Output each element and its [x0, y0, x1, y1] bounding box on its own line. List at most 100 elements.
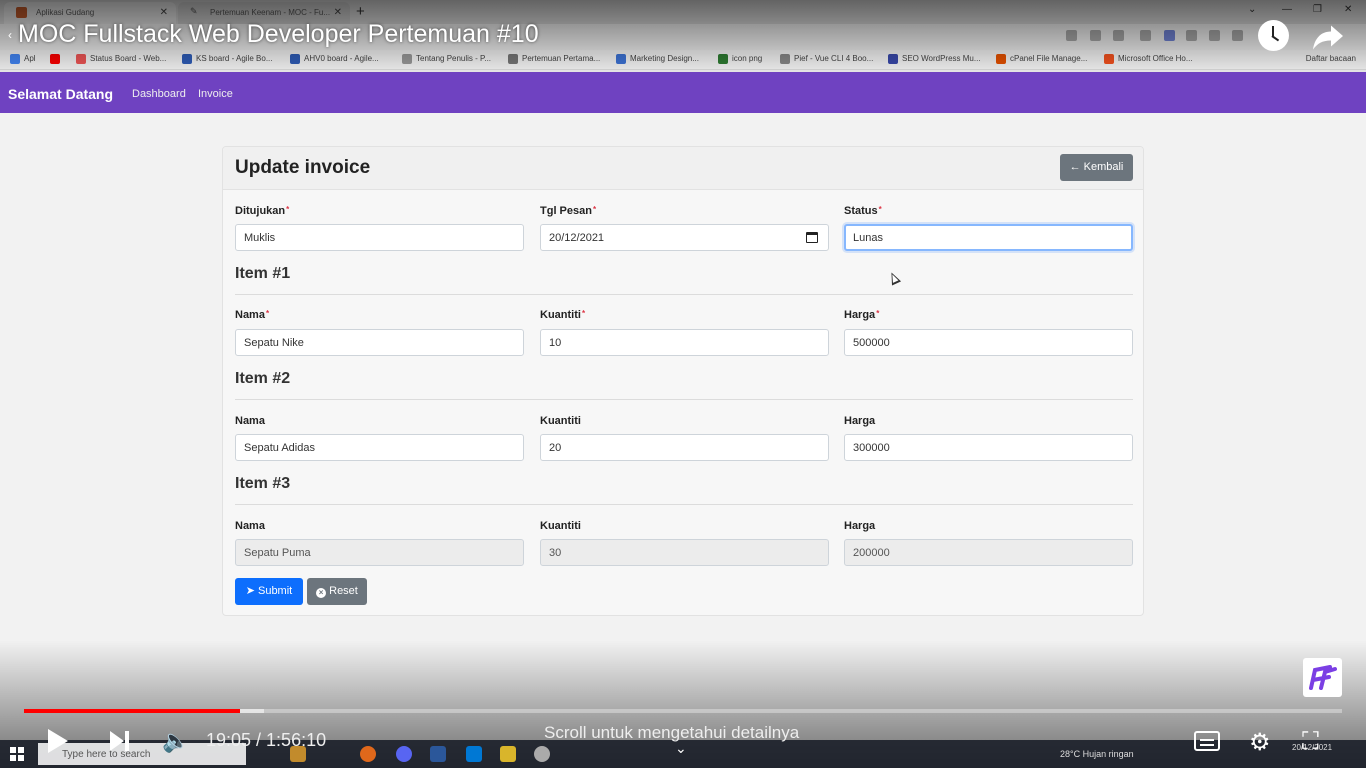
- ditujukan-input[interactable]: Muklis: [235, 224, 524, 251]
- reading-list[interactable]: Daftar bacaan: [1306, 54, 1356, 63]
- extension-icon[interactable]: [1232, 30, 1243, 41]
- item-1-kuantiti-input[interactable]: 10: [540, 329, 829, 356]
- chevron-down-icon[interactable]: ⌄: [675, 740, 687, 757]
- volume-icon[interactable]: 🔈: [162, 728, 189, 754]
- bookmark-label: Status Board - Web...: [90, 54, 167, 63]
- app-icon[interactable]: [430, 746, 446, 762]
- extension-icon[interactable]: [1209, 30, 1220, 41]
- app-icon[interactable]: [500, 746, 516, 762]
- bookmark-label: KS board - Agile Bo...: [196, 54, 273, 63]
- minimize-icon[interactable]: —: [1282, 4, 1292, 15]
- divider: [235, 294, 1133, 295]
- item-2-nama-input[interactable]: Sepatu Adidas: [235, 434, 524, 461]
- item-1-harga-input[interactable]: 500000: [844, 329, 1133, 356]
- tab-title: Pertemuan Keenam - MOC - Fu...: [210, 8, 331, 17]
- extension-icon[interactable]: [1164, 30, 1175, 41]
- item-2-title: Item #2: [235, 370, 291, 387]
- video-time: 19:05 / 1:56:10: [206, 730, 327, 750]
- bookmark-item[interactable]: AHV0 board - Agile...: [290, 54, 379, 64]
- play-icon[interactable]: [48, 729, 68, 753]
- tab-search-icon[interactable]: ⌄: [1248, 4, 1256, 15]
- required-marker: *: [878, 205, 882, 214]
- close-tab-icon[interactable]: ✕: [334, 7, 342, 18]
- share-icon[interactable]: [1310, 18, 1346, 54]
- item-3-kuantiti-input[interactable]: 30: [540, 539, 829, 566]
- video-progress-bar[interactable]: [24, 709, 1342, 713]
- exit-fullscreen-icon[interactable]: ⛶: [1302, 728, 1319, 756]
- watch-later-icon[interactable]: [1258, 20, 1289, 51]
- extension-icon[interactable]: [1140, 30, 1151, 41]
- nav-link-dashboard[interactable]: Dashboard: [132, 88, 186, 100]
- required-marker: *: [581, 309, 586, 318]
- windows-start-icon[interactable]: [10, 747, 24, 761]
- next-video-icon[interactable]: [110, 731, 130, 751]
- bookmark-favicon-icon: [996, 54, 1006, 64]
- bookmark-star-icon[interactable]: [1113, 30, 1124, 41]
- bookmark-favicon-icon: [290, 54, 300, 64]
- channel-logo-icon: [1309, 665, 1337, 690]
- window-close-icon[interactable]: ✕: [1344, 4, 1352, 15]
- extension-icon[interactable]: [1066, 30, 1077, 41]
- label-text: Ditujukan: [235, 205, 286, 217]
- item-2-kuantiti-input[interactable]: 20: [540, 434, 829, 461]
- new-tab-icon[interactable]: +: [356, 3, 365, 20]
- back-button[interactable]: ← Kembali: [1060, 154, 1133, 181]
- item-3-nama-input[interactable]: Sepatu Puma: [235, 539, 524, 566]
- required-marker: *: [265, 309, 270, 318]
- status-input[interactable]: Lunas: [844, 224, 1133, 251]
- submit-button[interactable]: ➤ Submit: [235, 578, 303, 605]
- label-text: Harga: [844, 309, 876, 321]
- divider: [235, 399, 1133, 400]
- bookmark-item[interactable]: Pertemuan Pertama...: [508, 54, 600, 64]
- bookmark-item[interactable]: Status Board - Web...: [76, 54, 167, 64]
- close-tab-icon[interactable]: ✕: [160, 7, 168, 18]
- back-button-label: Kembali: [1083, 161, 1124, 173]
- bookmark-favicon-icon: [616, 54, 626, 64]
- item-2-harga-input[interactable]: 300000: [844, 434, 1133, 461]
- bookmark-favicon-icon: [76, 54, 86, 64]
- item-3-harga-input[interactable]: 200000: [844, 539, 1133, 566]
- item-2-harga-label: Harga: [844, 415, 876, 427]
- item-3-title: Item #3: [235, 475, 291, 492]
- bookmark-item[interactable]: icon png: [718, 54, 763, 64]
- extension-icon[interactable]: [1090, 30, 1101, 41]
- bookmark-label: Tentang Penulis - P...: [416, 54, 492, 63]
- youtube-icon: [50, 54, 60, 64]
- bookmark-item[interactable]: Apl: [10, 54, 36, 64]
- extension-icon[interactable]: [1186, 30, 1197, 41]
- chrome-icon[interactable]: [534, 746, 550, 762]
- required-marker: *: [286, 205, 290, 214]
- bookmark-favicon-icon: [182, 54, 192, 64]
- channel-logo[interactable]: [1303, 658, 1342, 697]
- settings-gear-icon[interactable]: ⚙: [1249, 728, 1271, 757]
- bookmark-favicon-icon: [780, 54, 790, 64]
- discord-icon[interactable]: [396, 746, 412, 762]
- video-title[interactable]: MOC Fullstack Web Developer Pertemuan #1…: [18, 20, 539, 49]
- navbar-brand[interactable]: Selamat Datang: [8, 86, 113, 102]
- app-navbar: Selamat Datang Dashboard Invoice: [0, 72, 1366, 113]
- bookmark-label: icon png: [732, 54, 763, 63]
- bookmark-item[interactable]: cPanel File Manage...: [996, 54, 1087, 64]
- item-1-nama-input[interactable]: Sepatu Nike: [235, 329, 524, 356]
- tab-favicon-icon: ✎: [190, 6, 198, 16]
- reset-button[interactable]: × Reset: [307, 578, 367, 605]
- tgl-pesan-date-input[interactable]: 20/12/2021: [540, 224, 829, 251]
- app-icon[interactable]: [360, 746, 376, 762]
- bookmark-item[interactable]: Pief - Vue CLI 4 Boo...: [780, 54, 873, 64]
- weather-status[interactable]: 28°C Hujan ringan: [1060, 749, 1134, 759]
- item-1-kuantiti-label: Kuantiti*: [540, 309, 585, 321]
- subtitles-icon[interactable]: [1194, 731, 1220, 751]
- back-arrow-icon[interactable]: ‹: [8, 28, 12, 42]
- bookmark-favicon-icon: [508, 54, 518, 64]
- scroll-hint[interactable]: Scroll untuk mengetahui detailnya: [544, 723, 799, 743]
- bookmark-item[interactable]: Microsoft Office Ho...: [1104, 54, 1193, 64]
- bookmark-item[interactable]: Tentang Penulis - P...: [402, 54, 492, 64]
- maximize-icon[interactable]: ❐: [1313, 4, 1322, 15]
- apps-icon: [10, 54, 20, 64]
- bookmark-item[interactable]: SEO WordPress Mu...: [888, 54, 981, 64]
- calendar-icon[interactable]: [806, 232, 818, 243]
- bookmark-item[interactable]: Marketing Design...: [616, 54, 699, 64]
- vscode-icon[interactable]: [466, 746, 482, 762]
- nav-link-invoice[interactable]: Invoice: [198, 88, 233, 100]
- bookmark-item[interactable]: KS board - Agile Bo...: [182, 54, 273, 64]
